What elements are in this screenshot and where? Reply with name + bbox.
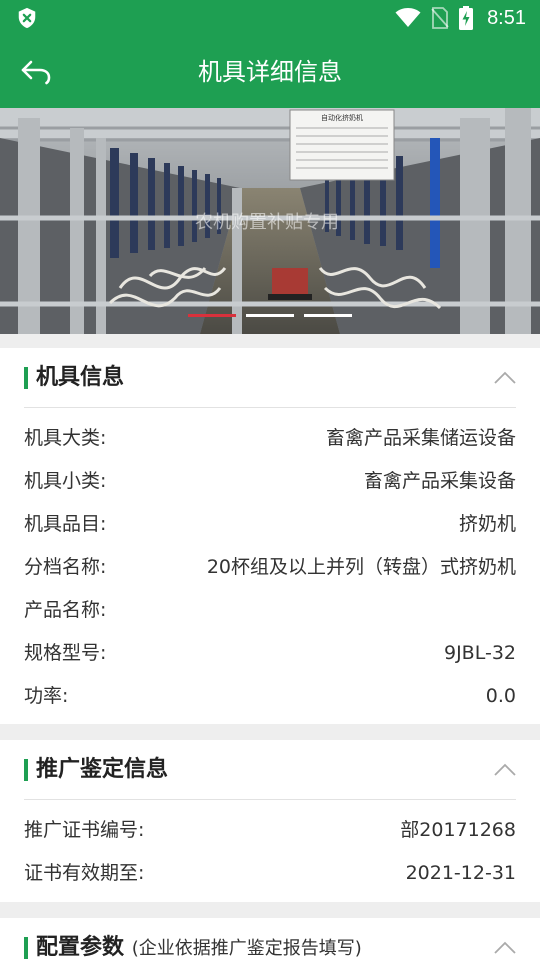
row-label: 功率: <box>24 685 69 707</box>
row-label: 机具大类: <box>24 427 107 449</box>
info-row-power: 功率: 0.0 <box>24 675 516 718</box>
clock: 8:51 <box>487 6 526 29</box>
info-row-subcategory: 机具小类: 畜禽产品采集设备 <box>24 460 516 503</box>
row-label: 规格型号: <box>24 642 107 664</box>
section-title: 配置参数 (企业依据推广鉴定报告填写) <box>36 918 362 960</box>
row-label: 机具小类: <box>24 470 107 492</box>
section-note: (企业依据推广鉴定报告填写) <box>131 938 362 959</box>
row-label: 证书有效期至: <box>24 862 145 884</box>
carousel-dot[interactable] <box>188 314 236 317</box>
watermark-text: 农机购置补贴专用 <box>195 212 339 233</box>
row-label: 推广证书编号: <box>24 819 145 841</box>
section-accent-bar <box>24 759 28 781</box>
machine-info-header[interactable]: 机具信息 <box>24 348 516 408</box>
page-title: 机具详细信息 <box>198 58 342 86</box>
shield-x-icon <box>18 7 36 29</box>
info-row-grade: 分档名称: 20杯组及以上并列（转盘）式挤奶机 <box>24 546 516 589</box>
info-row-model: 规格型号: 9JBL-32 <box>24 632 516 675</box>
image-carousel[interactable]: 自动化挤奶机 农机购置补贴专用 <box>0 108 540 334</box>
info-row-certificate-no: 推广证书编号: 部20171268 <box>24 809 516 852</box>
config-params-card: 配置参数 (企业依据推广鉴定报告填写) <box>0 918 540 960</box>
row-label: 分档名称: <box>24 556 107 578</box>
chevron-up-icon[interactable] <box>494 759 516 781</box>
info-row-item: 机具品目: 挤奶机 <box>24 503 516 546</box>
row-value: 20杯组及以上并列（转盘）式挤奶机 <box>206 556 516 578</box>
no-sim-icon <box>431 7 449 29</box>
chevron-up-icon[interactable] <box>494 367 516 389</box>
row-value: 畜禽产品采集储运设备 <box>325 427 516 449</box>
info-row-valid-until: 证书有效期至: 2021-12-31 <box>24 852 516 895</box>
carousel-dot[interactable] <box>304 314 352 317</box>
row-value: 畜禽产品采集设备 <box>363 470 516 492</box>
row-value: 2021-12-31 <box>405 862 516 884</box>
section-accent-bar <box>24 367 28 389</box>
sign-title: 自动化挤奶机 <box>321 113 363 122</box>
machine-info-card: 机具信息 机具大类: 畜禽产品采集储运设备 机具小类: 畜禽产品采集设备 机具品… <box>0 348 540 724</box>
chevron-up-icon[interactable] <box>494 937 516 959</box>
section-title: 推广鉴定信息 <box>36 757 169 782</box>
row-value: 部20171268 <box>400 819 516 841</box>
section-title-text: 配置参数 <box>36 935 125 960</box>
row-label: 机具品目: <box>24 513 107 535</box>
section-title: 机具信息 <box>36 365 125 390</box>
row-value: 9JBL-32 <box>443 642 516 664</box>
row-label: 产品名称: <box>24 599 107 621</box>
row-value: 挤奶机 <box>458 513 516 535</box>
battery-charging-icon <box>459 6 474 30</box>
section-accent-bar <box>24 937 28 959</box>
app-bar: 机具详细信息 <box>0 36 540 108</box>
promotion-info-header[interactable]: 推广鉴定信息 <box>24 740 516 800</box>
info-row-product-name: 产品名称: <box>24 589 516 632</box>
wifi-icon <box>395 8 421 27</box>
carousel-dot[interactable] <box>246 314 294 317</box>
info-row-category: 机具大类: 畜禽产品采集储运设备 <box>24 417 516 460</box>
carousel-indicator <box>188 314 358 318</box>
status-bar: 8:51 <box>0 0 540 36</box>
row-value: 0.0 <box>485 685 516 707</box>
config-params-header[interactable]: 配置参数 (企业依据推广鉴定报告填写) <box>24 918 516 960</box>
promotion-info-card: 推广鉴定信息 推广证书编号: 部20171268 证书有效期至: 2021-12… <box>0 740 540 902</box>
